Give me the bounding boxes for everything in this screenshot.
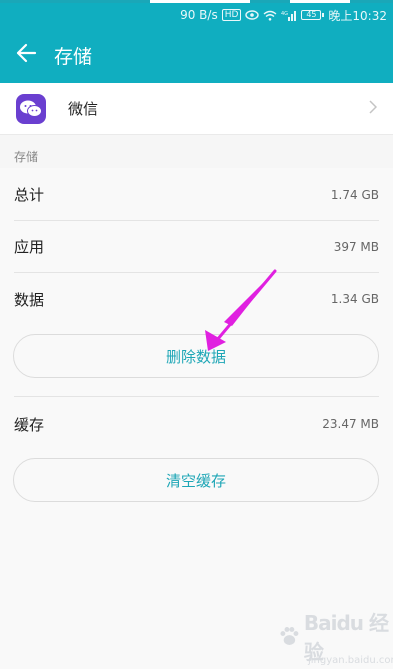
delete-data-button[interactable]: 删除数据: [13, 334, 379, 378]
chevron-right-icon: [369, 99, 378, 118]
storage-row-data: 数据 1.34 GB: [14, 273, 379, 325]
baidu-watermark: Baidu 经验 jingyan.baidu.com: [278, 611, 393, 666]
storage-row-cache: 缓存 23.47 MB: [14, 398, 379, 450]
row-label: 缓存: [14, 415, 45, 434]
net-speed: 90 B/s: [180, 8, 218, 22]
hd-badge: HD: [221, 9, 242, 21]
wechat-icon: [16, 93, 46, 124]
row-label: 应用: [14, 238, 45, 256]
app-info-row[interactable]: 微信: [0, 83, 393, 135]
row-value: 23.47 MB: [322, 417, 379, 431]
row-value: 1.74 GB: [330, 187, 379, 202]
page-title: 存储: [54, 45, 93, 68]
section-header: 存储: [14, 150, 39, 164]
divider: [14, 396, 379, 397]
eye-icon: [245, 10, 260, 20]
wifi-icon: [263, 10, 277, 21]
back-button[interactable]: [0, 27, 52, 83]
row-value: 397 MB: [333, 239, 379, 254]
battery-icon: 45: [301, 10, 325, 20]
row-value: 1.34 GB: [330, 292, 379, 306]
watermark-url: jingyan.baidu.com: [308, 655, 393, 666]
arrow-left-icon: [15, 43, 37, 67]
clear-cache-button[interactable]: 清空缓存: [13, 458, 379, 502]
row-label: 总计: [14, 186, 45, 204]
storage-row-apps: 应用 397 MB: [14, 221, 379, 273]
app-name: 微信: [68, 100, 99, 118]
clock: 晚上10:32: [328, 8, 387, 23]
signal-label: 4G: [281, 11, 288, 17]
storage-row-total: 总计 1.74 GB: [14, 169, 379, 221]
row-label: 数据: [14, 290, 45, 309]
battery-level: 45: [301, 10, 322, 20]
paw-icon: [280, 627, 299, 645]
app-bar: 存储: [0, 27, 393, 83]
status-bar: 90 B/s HD 4G 45 晚上10:32: [0, 3, 393, 27]
signal-icon: 4G: [281, 10, 297, 21]
